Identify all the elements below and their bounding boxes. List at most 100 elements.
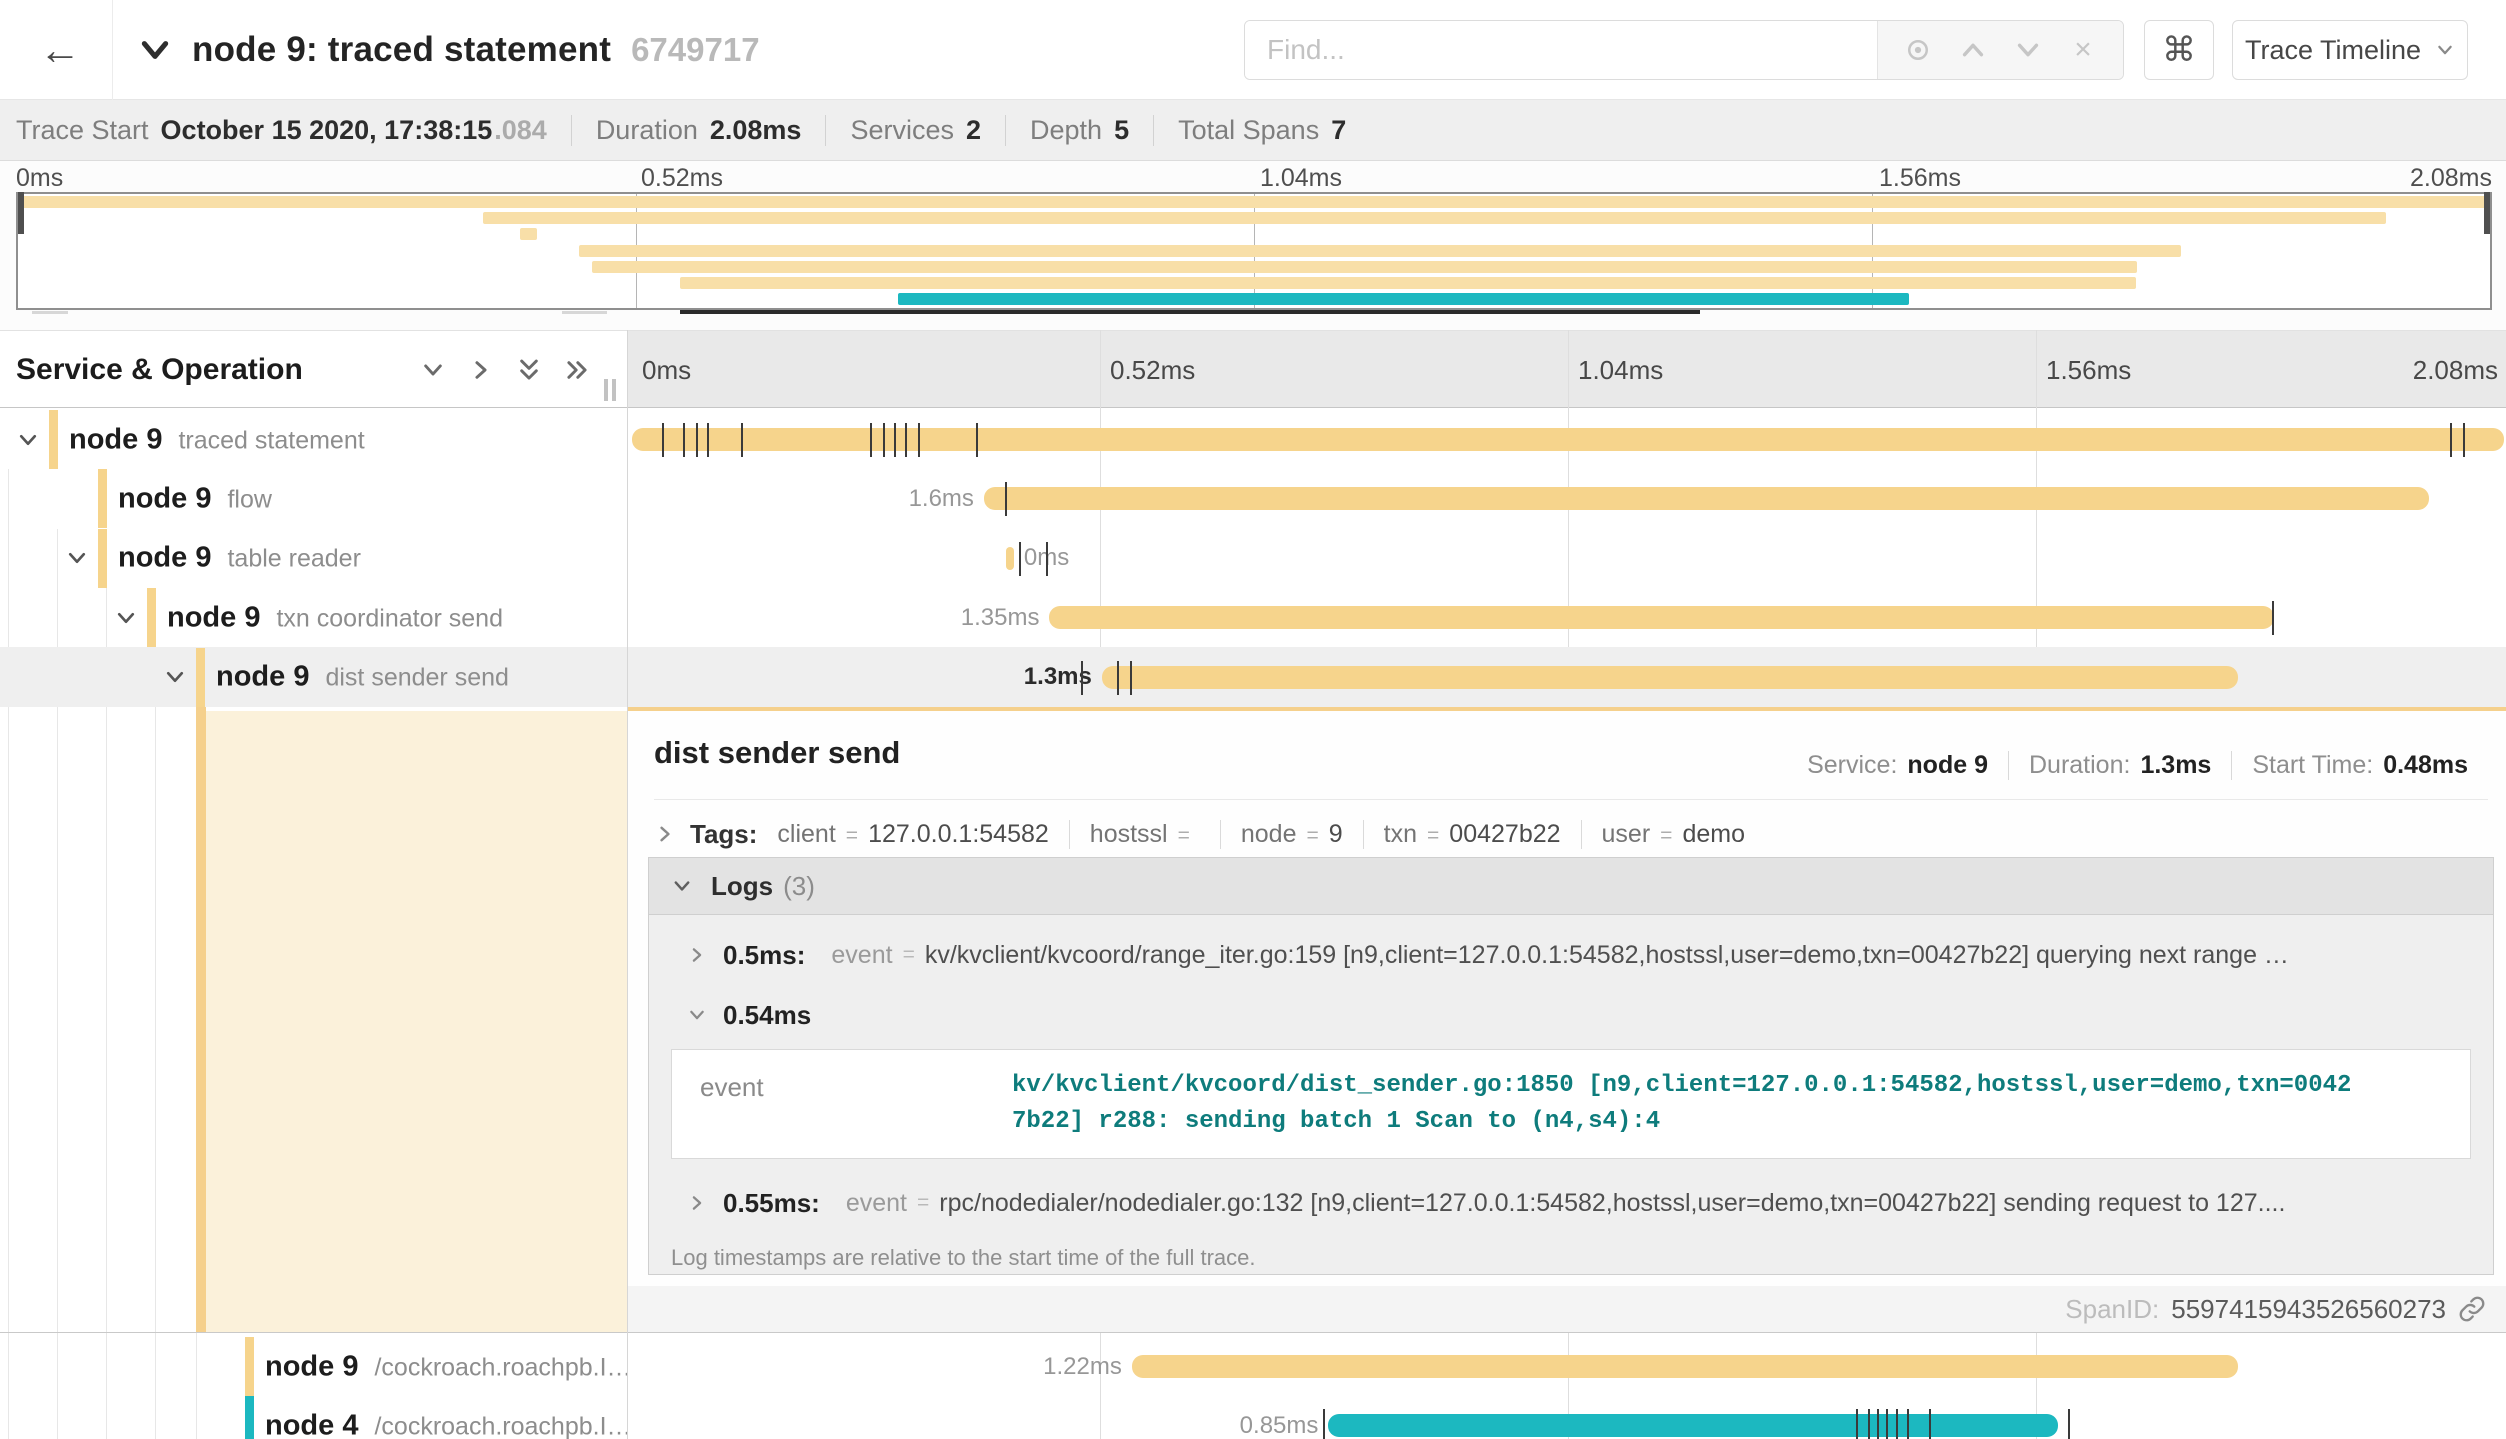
span-expander-chevron-icon[interactable] bbox=[114, 606, 138, 630]
detail-meta-label: Start Time: bbox=[2252, 751, 2373, 780]
locate-span-icon[interactable] bbox=[1903, 35, 1933, 65]
back-button[interactable]: ← bbox=[28, 18, 92, 82]
span-expander-chevron-icon[interactable] bbox=[65, 546, 89, 570]
find-group: × bbox=[1244, 20, 2124, 80]
trace-board: Service & Operation 0ms0.52ms1.04ms1.56m… bbox=[0, 330, 2506, 1439]
collapse-one-icon[interactable] bbox=[420, 357, 446, 383]
span-operation-name: txn coordinator send bbox=[276, 604, 503, 633]
chevron-right-icon bbox=[687, 945, 707, 965]
span-row[interactable]: node 9dist sender send1.3ms bbox=[0, 648, 2506, 707]
detail-meta-label: Service: bbox=[1807, 751, 1897, 780]
viewport-drag-right[interactable] bbox=[2484, 192, 2490, 234]
span-bar[interactable] bbox=[1102, 666, 2238, 689]
span-color-bar bbox=[196, 648, 205, 707]
span-expander-chevron-icon[interactable] bbox=[16, 428, 40, 452]
span-tree-row[interactable]: node 9dist sender send bbox=[0, 648, 627, 707]
span-service-name: node 4 bbox=[265, 1409, 358, 1439]
summary-label: Services bbox=[850, 115, 954, 146]
viewport-drag-left[interactable] bbox=[18, 192, 24, 234]
column-resizer-grip[interactable] bbox=[612, 379, 616, 401]
span-row[interactable]: node 9table reader0ms bbox=[0, 529, 2506, 588]
tag-equals: = bbox=[1427, 824, 1439, 848]
span-tree-row[interactable]: node 9traced statement bbox=[0, 410, 627, 469]
span-row[interactable]: node 4/cockroach.roachpb.I…0.85ms bbox=[0, 1396, 2506, 1439]
tags-label: Tags: bbox=[690, 819, 757, 850]
span-row-labels: node 9txn coordinator send bbox=[167, 601, 503, 634]
tag-value: 9 bbox=[1329, 820, 1343, 849]
span-row[interactable]: node 9txn coordinator send1.35ms bbox=[0, 588, 2506, 647]
expand-one-icon[interactable] bbox=[468, 357, 494, 383]
panel-divider[interactable] bbox=[627, 330, 628, 1439]
span-tree-row[interactable]: node 9txn coordinator send bbox=[0, 588, 627, 647]
span-bar[interactable] bbox=[984, 487, 2429, 510]
span-bar[interactable] bbox=[1132, 1355, 2238, 1378]
span-tree-row[interactable]: node 9flow bbox=[0, 469, 627, 528]
span-log-tick bbox=[1323, 1409, 1325, 1439]
tags-row[interactable]: Tags: client=127.0.0.1:54582hostssl=node… bbox=[654, 811, 1765, 857]
keyboard-shortcuts-button[interactable]: ⌘ bbox=[2144, 20, 2214, 80]
span-detail-meta: Service:node 9Duration:1.3msStart Time:0… bbox=[1787, 751, 2488, 780]
service-operation-header: Service & Operation bbox=[16, 331, 303, 409]
span-log-tick bbox=[2068, 1409, 2070, 1439]
tag-key: txn bbox=[1384, 820, 1417, 849]
column-resizer-grip[interactable] bbox=[604, 379, 608, 401]
span-row[interactable]: node 9traced statement bbox=[0, 410, 2506, 469]
log-entry[interactable]: 0.5ms:event=kv/kvclient/kvcoord/range_it… bbox=[649, 923, 2493, 987]
link-icon[interactable] bbox=[2458, 1295, 2486, 1323]
top-bar: ← node 9: traced statement 6749717 × ⌘ T… bbox=[0, 0, 2506, 100]
span-row-labels: node 9/cockroach.roachpb.I… bbox=[265, 1350, 627, 1383]
logs-section: Logs (3) 0.5ms:event=kv/kvclient/kvcoord… bbox=[648, 857, 2494, 1275]
span-log-tick bbox=[905, 423, 907, 457]
tag-summary-item: txn=00427b22 bbox=[1363, 820, 1581, 849]
summary-label: Trace Start bbox=[16, 115, 149, 146]
detail-meta-value: node 9 bbox=[1907, 751, 1988, 780]
trace-view-selector[interactable]: Trace Timeline bbox=[2232, 20, 2468, 80]
collapse-all-icon[interactable] bbox=[516, 357, 542, 383]
tag-equals: = bbox=[1307, 824, 1319, 848]
minimap-canvas[interactable] bbox=[16, 192, 2492, 310]
span-id-value: 5597415943526560273 bbox=[2171, 1294, 2446, 1325]
span-bar[interactable] bbox=[1328, 1414, 2058, 1437]
span-log-tick bbox=[976, 423, 978, 457]
expand-all-icon[interactable] bbox=[564, 357, 590, 383]
span-log-tick bbox=[683, 423, 685, 457]
span-id-row: SpanID: 5597415943526560273 bbox=[628, 1286, 2506, 1332]
minimap-scroll-stub bbox=[562, 311, 607, 314]
minimap-span-bar bbox=[579, 245, 2181, 257]
span-detail-panel: dist sender send Service:node 9Duration:… bbox=[628, 707, 2506, 1332]
tag-key: hostssl bbox=[1090, 820, 1168, 849]
span-bar[interactable] bbox=[1049, 606, 2273, 629]
prev-result-icon[interactable] bbox=[1958, 35, 1988, 65]
log-field-key: event bbox=[831, 941, 892, 970]
log-entry[interactable]: 0.55ms:event=rpc/nodedialer/nodedialer.g… bbox=[649, 1171, 2493, 1235]
summary-item: Trace StartOctober 15 2020, 17:38:15.084 bbox=[16, 115, 571, 146]
span-row[interactable]: node 9/cockroach.roachpb.I… 1.22ms bbox=[0, 1337, 2506, 1396]
span-bar[interactable] bbox=[1006, 547, 1013, 570]
span-row[interactable]: node 9flow1.6ms bbox=[0, 469, 2506, 528]
span-tree-row[interactable]: node 9table reader bbox=[0, 529, 627, 588]
trace-collapse-chevron-icon[interactable] bbox=[138, 33, 172, 67]
span-expander-chevron-icon[interactable] bbox=[163, 665, 187, 689]
clear-search-icon[interactable]: × bbox=[2068, 35, 2098, 65]
span-operation-name: dist sender send bbox=[325, 664, 508, 693]
minimap-viewport-indicator[interactable] bbox=[680, 310, 1700, 314]
span-log-tick bbox=[918, 423, 920, 457]
tag-key: client bbox=[777, 820, 835, 849]
log-entry-expanded[interactable]: 0.54ms bbox=[649, 987, 2493, 1043]
find-input[interactable] bbox=[1245, 21, 1877, 79]
tag-summary-item: client=127.0.0.1:54582 bbox=[777, 820, 1068, 849]
span-duration-label: 1.22ms bbox=[1043, 1353, 1122, 1381]
span-log-tick bbox=[1877, 1409, 1879, 1439]
span-log-tick bbox=[2463, 423, 2465, 457]
logs-header[interactable]: Logs (3) bbox=[649, 858, 2493, 915]
expanded-span-fill bbox=[206, 711, 627, 1332]
span-tree-row[interactable]: node 4/cockroach.roachpb.I… bbox=[0, 1396, 627, 1439]
next-result-icon[interactable] bbox=[2013, 35, 2043, 65]
tags-summary: client=127.0.0.1:54582hostssl=node=9txn=… bbox=[777, 820, 1765, 849]
span-log-tick bbox=[1868, 1409, 1870, 1439]
span-bar[interactable] bbox=[632, 428, 2504, 451]
span-log-tick bbox=[1046, 542, 1048, 576]
span-tree-row[interactable]: node 9/cockroach.roachpb.I… bbox=[0, 1337, 627, 1396]
span-log-tick bbox=[1896, 1409, 1898, 1439]
minimap-tick-label: 0.52ms bbox=[641, 164, 723, 193]
